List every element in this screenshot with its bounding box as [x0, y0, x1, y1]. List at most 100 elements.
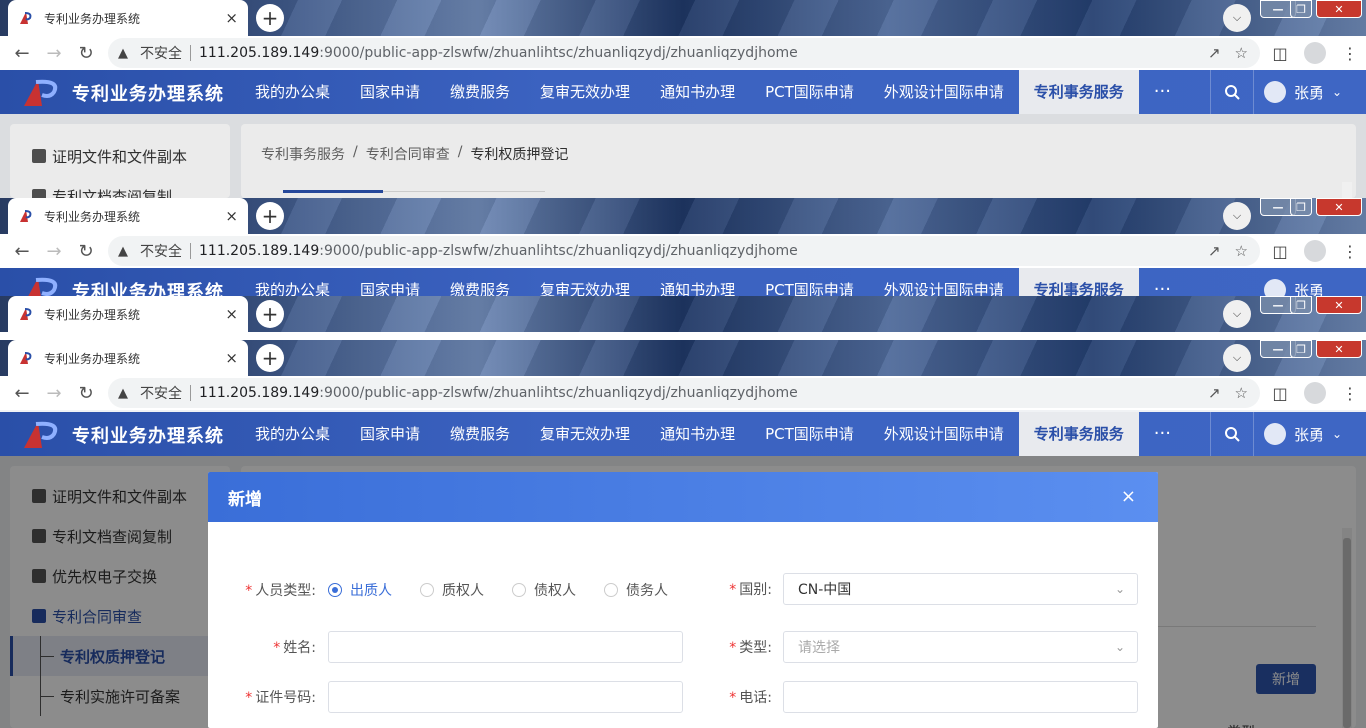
bookmark-star-icon[interactable]: ☆: [1235, 384, 1248, 402]
omnibox[interactable]: ▲ 不安全 111.205.189.149:9000/public-app-zl…: [108, 236, 1260, 266]
warning-icon[interactable]: ▲: [118, 46, 136, 61]
window-close-button[interactable]: ✕: [1316, 296, 1362, 314]
profile-icon[interactable]: [1304, 382, 1326, 404]
profile-icon[interactable]: [1304, 240, 1326, 262]
menu-item-affairs[interactable]: 专利事务服务: [1018, 268, 1139, 296]
tab-search-button[interactable]: ⌵: [1223, 202, 1251, 230]
menu-item-national[interactable]: 国家申请: [345, 268, 435, 296]
tab-close-icon[interactable]: ×: [225, 9, 238, 27]
radio-pledgee[interactable]: 质权人: [420, 580, 484, 600]
reload-icon[interactable]: ↻: [70, 383, 102, 404]
omnibox[interactable]: ▲ 不安全 111.205.189.149:9000/public-app-zl…: [108, 378, 1260, 408]
menu-item-design[interactable]: 外观设计国际申请: [869, 70, 1019, 114]
forward-icon[interactable]: →: [38, 383, 70, 404]
share-icon[interactable]: ↗: [1208, 44, 1221, 62]
menu-item-pct[interactable]: PCT国际申请: [750, 268, 869, 296]
maximize-button[interactable]: ❐: [1290, 198, 1312, 216]
tab-close-icon[interactable]: ×: [225, 207, 238, 225]
url-text[interactable]: 111.205.189.149:9000/public-app-zlswfw/z…: [199, 243, 798, 259]
share-icon[interactable]: ↗: [1208, 242, 1221, 260]
side-panel-icon[interactable]: ◫: [1270, 383, 1290, 403]
menu-item-fees[interactable]: 缴费服务: [435, 268, 525, 296]
menu-item-notices[interactable]: 通知书办理: [645, 70, 750, 114]
new-tab-button[interactable]: +: [256, 4, 284, 32]
back-icon[interactable]: ←: [6, 383, 38, 404]
window-close-button[interactable]: ✕: [1316, 340, 1362, 358]
tab-close-icon[interactable]: ×: [225, 349, 238, 367]
menu-item-affairs[interactable]: 专利事务服务: [1018, 412, 1139, 456]
kebab-menu-icon[interactable]: ⋮: [1340, 241, 1360, 261]
share-icon[interactable]: ↗: [1208, 384, 1221, 402]
tab-close-icon[interactable]: ×: [225, 305, 238, 323]
browser-tab[interactable]: 专利业务办理系统 ×: [8, 340, 248, 376]
profile-icon[interactable]: [1304, 42, 1326, 64]
menu-item-desk[interactable]: 我的办公桌: [240, 70, 345, 114]
menu-more-icon[interactable]: ···: [1139, 412, 1175, 456]
menu-item-notices[interactable]: 通知书办理: [645, 268, 750, 296]
search-icon[interactable]: [1210, 70, 1254, 114]
user-menu[interactable]: 张勇 ⌄: [1264, 412, 1342, 456]
radio-pledgor[interactable]: 出质人: [328, 580, 392, 600]
menu-item-review[interactable]: 复审无效办理: [525, 268, 645, 296]
new-tab-button[interactable]: +: [256, 300, 284, 328]
menu-item-fees[interactable]: 缴费服务: [435, 70, 525, 114]
country-select[interactable]: CN-中国 ⌄: [783, 573, 1138, 605]
menu-item-notices[interactable]: 通知书办理: [645, 412, 750, 456]
tab-search-button[interactable]: ⌵: [1223, 4, 1251, 32]
window-close-button[interactable]: ✕: [1316, 198, 1362, 216]
maximize-button[interactable]: ❐: [1290, 340, 1312, 358]
bookmark-star-icon[interactable]: ☆: [1235, 242, 1248, 260]
maximize-button[interactable]: ❐: [1290, 296, 1312, 314]
side-panel-icon[interactable]: ◫: [1270, 241, 1290, 261]
kebab-menu-icon[interactable]: ⋮: [1340, 383, 1360, 403]
radio-debtor[interactable]: 债务人: [604, 580, 668, 600]
url-text[interactable]: 111.205.189.149:9000/public-app-zlswfw/z…: [199, 385, 798, 401]
menu-item-review[interactable]: 复审无效办理: [525, 70, 645, 114]
tab-search-button[interactable]: ⌵: [1223, 300, 1251, 328]
url-text[interactable]: 111.205.189.149:9000/public-app-zlswfw/z…: [199, 45, 798, 61]
phone-input[interactable]: [783, 681, 1138, 713]
side-panel-icon[interactable]: ◫: [1270, 43, 1290, 63]
menu-item-design[interactable]: 外观设计国际申请: [869, 412, 1019, 456]
radio-creditor[interactable]: 债权人: [512, 580, 576, 600]
type-select[interactable]: 请选择 ⌄: [783, 631, 1138, 663]
name-input[interactable]: [328, 631, 683, 663]
menu-more-icon[interactable]: ···: [1139, 70, 1175, 114]
forward-icon[interactable]: →: [38, 241, 70, 262]
menu-item-review[interactable]: 复审无效办理: [525, 412, 645, 456]
menu-item-affairs[interactable]: 专利事务服务: [1018, 70, 1139, 114]
menu-item-pct[interactable]: PCT国际申请: [750, 412, 869, 456]
back-icon[interactable]: ←: [6, 241, 38, 262]
warning-icon[interactable]: ▲: [118, 244, 136, 259]
browser-tab[interactable]: 专利业务办理系统 ×: [8, 0, 248, 36]
menu-item-desk[interactable]: 我的办公桌: [240, 268, 345, 296]
kebab-menu-icon[interactable]: ⋮: [1340, 43, 1360, 63]
menu-item-national[interactable]: 国家申请: [345, 412, 435, 456]
omnibox[interactable]: ▲ 不安全 111.205.189.149:9000/public-app-zl…: [108, 38, 1260, 68]
bookmark-star-icon[interactable]: ☆: [1235, 44, 1248, 62]
menu-item-national[interactable]: 国家申请: [345, 70, 435, 114]
user-menu[interactable]: 张勇 ⌄: [1264, 70, 1342, 114]
browser-tab[interactable]: 专利业务办理系统 ×: [8, 296, 248, 332]
menu-item-pct[interactable]: PCT国际申请: [750, 70, 869, 114]
id-input[interactable]: [328, 681, 683, 713]
new-tab-button[interactable]: +: [256, 202, 284, 230]
scrollbar[interactable]: [1342, 182, 1352, 198]
search-icon[interactable]: [1210, 412, 1254, 456]
maximize-button[interactable]: ❐: [1290, 0, 1312, 18]
menu-more-icon[interactable]: ···: [1139, 268, 1175, 296]
browser-tab[interactable]: 专利业务办理系统 ×: [8, 198, 248, 234]
back-icon[interactable]: ←: [6, 43, 38, 64]
window-close-button[interactable]: ✕: [1316, 0, 1362, 18]
reload-icon[interactable]: ↻: [70, 43, 102, 64]
tab-search-button[interactable]: ⌵: [1223, 344, 1251, 372]
new-tab-button[interactable]: +: [256, 344, 284, 372]
user-menu[interactable]: 张勇: [1264, 268, 1324, 296]
warning-icon[interactable]: ▲: [118, 386, 136, 401]
menu-item-desk[interactable]: 我的办公桌: [240, 412, 345, 456]
reload-icon[interactable]: ↻: [70, 241, 102, 262]
menu-item-fees[interactable]: 缴费服务: [435, 412, 525, 456]
menu-item-design[interactable]: 外观设计国际申请: [869, 268, 1019, 296]
close-icon[interactable]: ×: [1121, 486, 1136, 507]
forward-icon[interactable]: →: [38, 43, 70, 64]
